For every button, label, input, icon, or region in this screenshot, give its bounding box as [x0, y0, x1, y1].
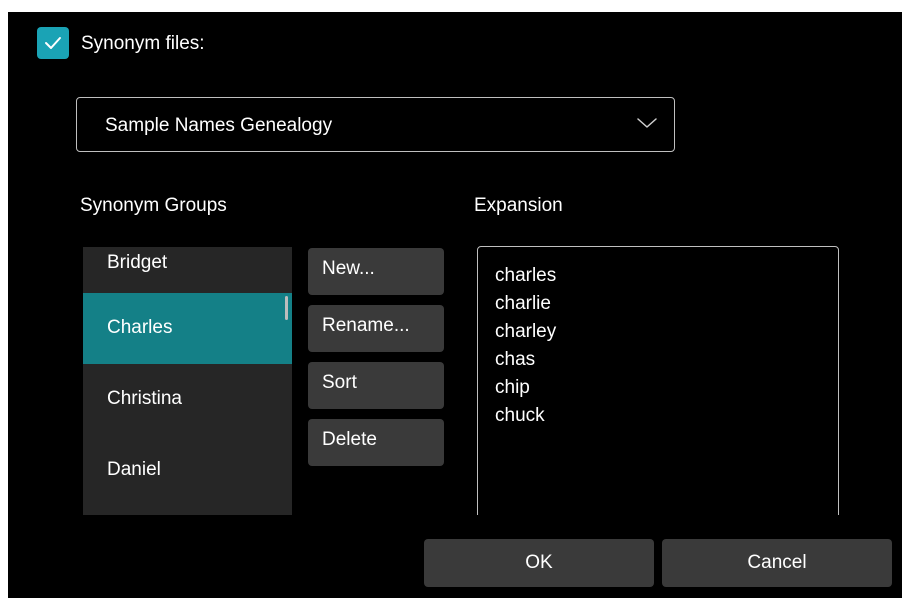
expansion-text: charles charlie charley chas chip chuck — [495, 265, 557, 426]
rename-group-button[interactable]: Rename... — [308, 305, 444, 352]
rename-button-label: Rename... — [322, 315, 410, 336]
ok-button[interactable]: OK — [424, 539, 654, 587]
synonym-groups-list[interactable]: Bridget Charles Christina Daniel — [83, 247, 292, 515]
cancel-button[interactable]: Cancel — [662, 539, 892, 587]
synonym-groups-label: Synonym Groups — [80, 195, 227, 216]
dropdown-selected-value: Sample Names Genealogy — [105, 115, 333, 136]
list-item-label: Christina — [107, 388, 182, 409]
synonym-files-checkbox[interactable] — [37, 27, 69, 59]
list-item-charles[interactable]: Charles — [83, 293, 292, 364]
list-item-label: Bridget — [107, 252, 168, 273]
sort-button-label: Sort — [322, 372, 357, 393]
synonym-files-label[interactable]: Synonym files: — [81, 32, 205, 56]
new-button-label: New... — [322, 258, 375, 279]
sort-groups-button[interactable]: Sort — [308, 362, 444, 409]
delete-button-label: Delete — [322, 429, 377, 450]
synonym-file-dropdown[interactable]: Sample Names Genealogy — [76, 97, 675, 152]
synonym-dialog: Synonym files: Sample Names Genealogy Sy… — [8, 12, 902, 598]
new-group-button[interactable]: New... — [308, 248, 444, 295]
delete-group-button[interactable]: Delete — [308, 419, 444, 466]
chevron-down-icon — [637, 118, 657, 128]
list-item-daniel[interactable]: Daniel — [83, 435, 292, 506]
checkmark-icon — [45, 37, 61, 49]
list-item-label: Daniel — [107, 459, 161, 480]
expansion-label: Expansion — [474, 195, 563, 216]
list-item-christina[interactable]: Christina — [83, 364, 292, 435]
list-scrollbar[interactable] — [285, 296, 288, 320]
list-item-label: Charles — [107, 317, 173, 338]
list-item-bridget[interactable]: Bridget — [83, 247, 292, 295]
expansion-textarea[interactable]: charles charlie charley chas chip chuck — [477, 246, 839, 536]
